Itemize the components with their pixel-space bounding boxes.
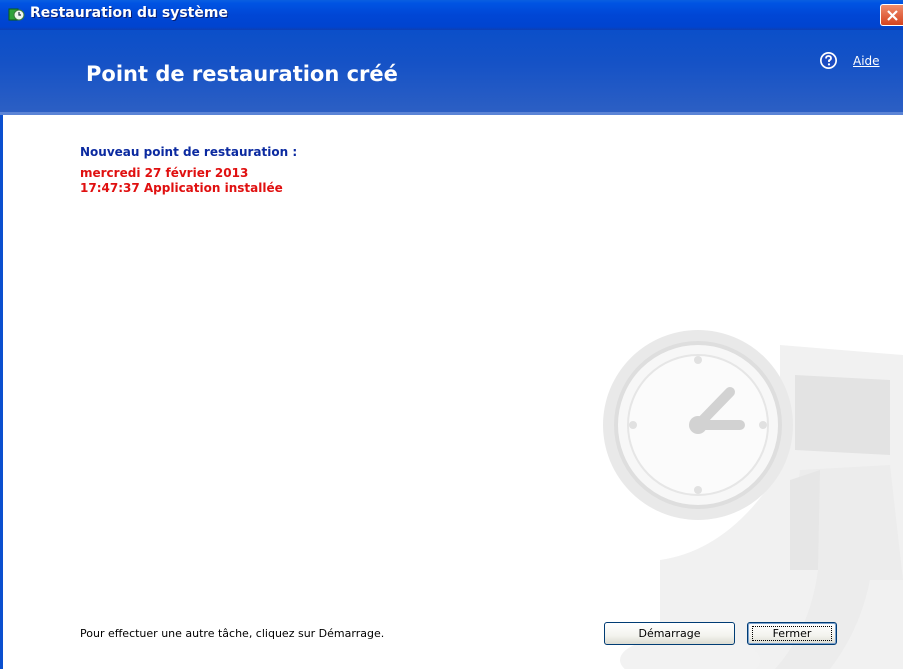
- footer-instruction: Pour effectuer une autre tâche, cliquez …: [80, 627, 385, 640]
- close-icon: [887, 10, 898, 21]
- clock-watermark-icon: [603, 330, 903, 669]
- start-button-label: Démarrage: [638, 627, 701, 640]
- title-bar[interactable]: Restauration du système: [0, 0, 903, 30]
- start-button[interactable]: Démarrage: [604, 622, 735, 645]
- new-restore-point-heading: Nouveau point de restauration :: [80, 145, 298, 159]
- system-restore-icon: [8, 8, 25, 21]
- restore-point-time-description: 17:47:37 Application installée: [80, 181, 283, 195]
- close-button-label: Fermer: [772, 627, 812, 640]
- window-title: Restauration du système: [30, 5, 228, 21]
- close-button[interactable]: Fermer: [747, 622, 837, 645]
- help-link[interactable]: Aide: [853, 54, 880, 68]
- restore-point-date: mercredi 27 février 2013: [80, 166, 249, 180]
- wizard-header: Point de restauration créé Aide: [0, 30, 903, 115]
- close-window-button[interactable]: [880, 4, 903, 26]
- help-icon[interactable]: [819, 51, 838, 70]
- window-left-border: [0, 115, 3, 669]
- page-title: Point de restauration créé: [86, 62, 398, 86]
